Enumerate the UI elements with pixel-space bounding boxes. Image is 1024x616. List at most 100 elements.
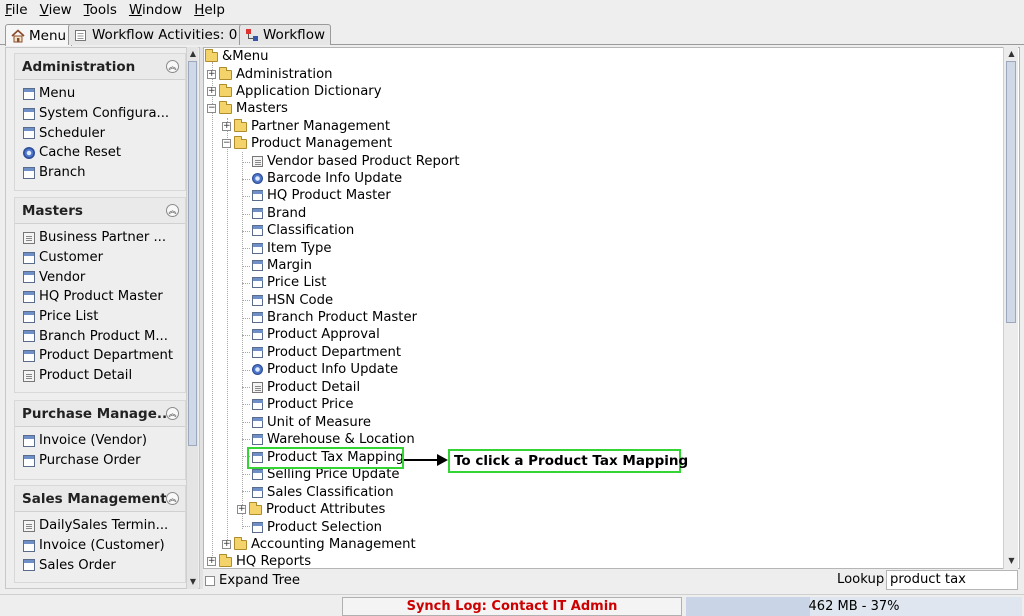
collapse-icon[interactable]: ︽ xyxy=(166,204,179,217)
menu-window[interactable]: Window xyxy=(123,0,188,22)
tree-node-hsn-code[interactable]: HSN Code xyxy=(252,292,333,309)
memory-indicator[interactable]: 462 MB - 37% xyxy=(686,597,1022,616)
tree-node-application-dictionary[interactable]: + Application Dictionary xyxy=(207,83,382,100)
tree-node-unit-of-measure[interactable]: Unit of Measure xyxy=(252,414,371,431)
menu-tools[interactable]: Tools xyxy=(78,0,123,22)
sidebar-item-branch-product-master[interactable]: Branch Product M... xyxy=(15,326,185,346)
tree-node-warehouse-location[interactable]: Warehouse & Location xyxy=(252,431,415,448)
window-icon xyxy=(23,107,35,120)
collapse-icon[interactable]: ︽ xyxy=(166,407,179,420)
window-icon xyxy=(23,127,35,140)
folder-open-icon xyxy=(205,48,218,62)
tree-scrollbar[interactable]: ▲ ▼ xyxy=(1003,47,1018,569)
sidebar-item-business-partner[interactable]: Business Partner ... xyxy=(15,228,185,248)
tree-node-classification[interactable]: Classification xyxy=(252,222,354,239)
tree-node-product-approval[interactable]: Product Approval xyxy=(252,326,380,343)
window-icon xyxy=(252,208,263,220)
group-header[interactable]: Purchase Manage... ︽ xyxy=(15,401,185,427)
tree-node-product-info-update[interactable]: Product Info Update xyxy=(252,361,398,378)
sidebar-item-hq-product-master[interactable]: HQ Product Master xyxy=(15,287,185,307)
tree-node-barcode-info-update[interactable]: Barcode Info Update xyxy=(252,170,402,187)
expand-icon[interactable]: + xyxy=(207,70,216,80)
tree-node-product-selection[interactable]: Product Selection xyxy=(252,519,382,536)
tree-node-product-detail[interactable]: Product Detail xyxy=(252,379,360,396)
scroll-up-icon[interactable]: ▲ xyxy=(189,49,197,59)
tree-connector xyxy=(242,352,250,353)
group-header[interactable]: Sales Management ︽ xyxy=(15,486,185,512)
sidebar-item-dailysales-terminal[interactable]: DailySales Termin... xyxy=(15,516,185,536)
memory-text: 462 MB - 37% xyxy=(808,599,900,614)
tree-node-product-management[interactable]: − Product Management xyxy=(222,135,392,152)
tree-connector xyxy=(227,118,228,546)
sidebar-item-product-detail[interactable]: Product Detail xyxy=(15,366,185,386)
tab-menu[interactable]: Menu xyxy=(5,24,73,46)
tree-root[interactable]: &Menu xyxy=(205,48,269,65)
sidebar-item-system-configuration[interactable]: System Configura... xyxy=(15,104,185,124)
sidebar-item-product-department[interactable]: Product Department xyxy=(15,346,185,366)
scroll-thumb[interactable] xyxy=(1006,61,1016,323)
sidebar-item-invoice-customer[interactable]: Invoice (Customer) xyxy=(15,536,185,556)
sidebar-item-scheduler[interactable]: Scheduler xyxy=(15,123,185,143)
expand-icon[interactable]: + xyxy=(222,540,231,550)
lookup-label: Lookup xyxy=(837,572,885,587)
tree-node-partner-management[interactable]: + Partner Management xyxy=(222,118,390,135)
tree-node-vendor-based-product-report[interactable]: Vendor based Product Report xyxy=(252,153,460,170)
collapse-icon[interactable]: ︽ xyxy=(166,60,179,73)
collapse-icon[interactable]: − xyxy=(222,139,231,149)
collapse-icon[interactable]: − xyxy=(207,104,216,114)
gear-icon xyxy=(252,364,263,376)
collapse-icon[interactable]: ︽ xyxy=(166,492,179,505)
window-icon xyxy=(252,522,263,534)
checkbox-icon[interactable] xyxy=(205,575,215,586)
tab-workflow-activities[interactable]: Workflow Activities: 0 xyxy=(68,24,244,45)
tree-node-masters[interactable]: − Masters xyxy=(207,100,288,117)
tree-connector xyxy=(242,318,250,319)
expand-icon[interactable]: + xyxy=(222,122,231,132)
tab-workflow[interactable]: Workflow xyxy=(239,24,331,45)
folder-open-icon xyxy=(219,100,232,114)
group-header[interactable]: Masters ︽ xyxy=(15,198,185,224)
tree-node-product-department[interactable]: Product Department xyxy=(252,344,401,361)
tree-node-hq-product-master[interactable]: HQ Product Master xyxy=(252,187,391,204)
sidebar-item-invoice-vendor[interactable]: Invoice (Vendor) xyxy=(15,431,185,451)
tree-node-price-list[interactable]: Price List xyxy=(252,274,326,291)
menu-file[interactable]: File xyxy=(0,0,34,22)
scroll-up-icon[interactable]: ▲ xyxy=(1007,49,1016,59)
expand-tree-checkbox[interactable]: Expand Tree xyxy=(205,572,300,589)
expand-icon[interactable]: + xyxy=(207,557,216,567)
tree-node-branch-product-master[interactable]: Branch Product Master xyxy=(252,309,417,326)
expand-icon[interactable]: + xyxy=(207,87,216,97)
left-scrollbar[interactable]: ▲ ▼ xyxy=(186,47,198,589)
window-icon xyxy=(23,251,35,264)
menu-view[interactable]: View xyxy=(34,0,78,22)
tree-node-item-type[interactable]: Item Type xyxy=(252,240,332,257)
scroll-thumb[interactable] xyxy=(188,61,197,446)
group-header[interactable]: Administration ︽ xyxy=(15,54,185,80)
sidebar-item-menu[interactable]: Menu xyxy=(15,84,185,104)
synch-log-button[interactable]: Synch Log: Contact IT Admin xyxy=(342,597,682,616)
sidebar-item-branch[interactable]: Branch xyxy=(15,163,185,183)
tree-node-brand[interactable]: Brand xyxy=(252,205,306,222)
tree-node-product-price[interactable]: Product Price xyxy=(252,396,353,413)
sidebar-item-price-list[interactable]: Price List xyxy=(15,307,185,327)
scroll-down-icon[interactable]: ▼ xyxy=(1007,556,1016,566)
scroll-down-icon[interactable]: ▼ xyxy=(189,577,197,587)
tree-node-accounting-management[interactable]: + Accounting Management xyxy=(222,536,416,553)
sidebar-item-vendor[interactable]: Vendor xyxy=(15,267,185,287)
lookup-input[interactable]: product tax xyxy=(886,570,1018,590)
sidebar-item-customer[interactable]: Customer xyxy=(15,248,185,268)
tree-node-hq-reports[interactable]: + HQ Reports xyxy=(207,553,311,568)
expand-icon[interactable]: + xyxy=(237,505,246,515)
document-icon xyxy=(252,382,263,394)
sidebar-item-purchase-order[interactable]: Purchase Order xyxy=(15,451,185,471)
tree-node-margin[interactable]: Margin xyxy=(252,257,312,274)
window-icon xyxy=(252,347,263,359)
tree-connector xyxy=(242,491,250,492)
tree-node-sales-classification[interactable]: Sales Classification xyxy=(252,484,394,501)
tree-node-product-attributes[interactable]: + Product Attributes xyxy=(237,501,385,518)
sidebar-item-cache-reset[interactable]: Cache Reset xyxy=(15,143,185,163)
sidebar-item-sales-order[interactable]: Sales Order xyxy=(15,555,185,575)
document-icon xyxy=(23,519,35,532)
tree-node-administration[interactable]: + Administration xyxy=(207,66,333,83)
menu-help[interactable]: Help xyxy=(188,0,231,22)
